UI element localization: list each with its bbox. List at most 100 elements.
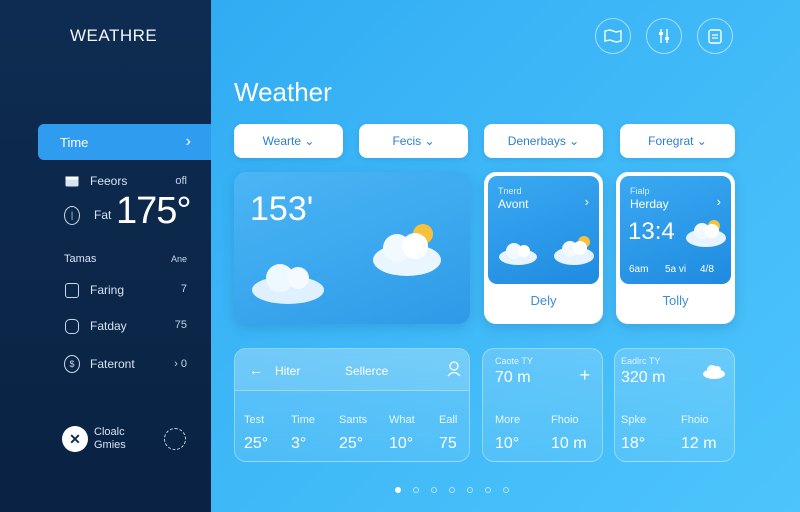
sidebar-footer-line2: Gmies — [94, 439, 126, 451]
table-cell: 3° — [291, 435, 307, 452]
settings-icon[interactable] — [164, 428, 186, 450]
forecast-card-panel: Tnerd Avont › — [488, 176, 599, 284]
table-cell: 25° — [244, 435, 269, 452]
dollar-icon: $ — [64, 355, 80, 373]
chevron-right-icon: › — [185, 133, 191, 150]
forecast-card-time: 13:4 — [628, 218, 675, 245]
table-header: Spke — [621, 414, 647, 426]
pagination-dot[interactable] — [485, 487, 491, 493]
sidebar-item-label: Fatday — [90, 319, 127, 333]
pagination-dot[interactable] — [503, 487, 509, 493]
sidebar-item-label: Fateront — [90, 357, 135, 371]
sidebar-item-value: 7 — [180, 283, 187, 295]
current-weather-card[interactable]: 153' — [234, 172, 470, 324]
app-brand: WEATHRE — [70, 26, 158, 45]
sidebar-item-label: Time — [60, 134, 89, 150]
user-icon[interactable] — [447, 361, 461, 377]
sidebar-section-label: Tamas — [64, 253, 97, 265]
sidebar-footer-line1: Cloalc — [94, 426, 125, 438]
sidebar-item-label: Fat — [94, 208, 112, 222]
tab-hiter[interactable]: Hiter — [275, 364, 300, 378]
pagination-dot[interactable] — [467, 487, 473, 493]
table-header: More — [495, 414, 521, 426]
table-header: Sants — [339, 414, 368, 426]
sidebar-item-value: › 0 — [174, 358, 187, 370]
distance-card-value: 70 m — [495, 369, 531, 386]
pagination-dot[interactable] — [431, 487, 437, 493]
table-header: Fhoio — [681, 414, 709, 426]
forecast-card-footer: Dely — [530, 293, 557, 308]
sidebar-item-time[interactable]: Time › — [38, 124, 211, 160]
forecast-stat: 5a vi — [665, 264, 687, 275]
sidebar-item-feeors[interactable]: Feeors — [64, 173, 127, 189]
elevation-card[interactable]: Eadlrc TY 320 m Spke Fhoio 18° 12 m — [614, 348, 735, 462]
table-cell: 10° — [495, 435, 520, 452]
sidebar-section-value: Ane — [170, 254, 187, 264]
current-temperature: 153' — [250, 190, 314, 228]
forecast-stat: 6am — [629, 264, 649, 275]
table-header: Eall — [439, 414, 458, 426]
pagination-dot[interactable] — [449, 487, 455, 493]
table-cell: 10 m — [551, 435, 587, 452]
table-cell: 75 — [439, 435, 457, 452]
sidebar-item-value: ofl — [175, 175, 187, 187]
cloud-icon — [252, 264, 324, 304]
sidebar-item-value: 75 — [174, 319, 187, 331]
forecast-card-dely[interactable]: Tnerd Avont › Dely — [484, 172, 603, 324]
forecast-card-title: Avont — [498, 197, 529, 211]
pagination-dot[interactable] — [395, 487, 401, 493]
elevation-card-caption: Eadlrc TY — [621, 356, 661, 366]
filter-foregrat[interactable]: Foregrat ⌄ — [620, 124, 735, 158]
table-cell: 18° — [621, 435, 646, 452]
table-cell: 12 m — [681, 435, 717, 452]
table-cell: 25° — [339, 435, 364, 452]
pagination-dot[interactable] — [413, 487, 419, 493]
table-header: Fhoio — [551, 414, 579, 426]
table-header: Time — [291, 414, 316, 426]
forecast-card-panel: Fialp Herday › 13:4 6am 5a vi 4/8 — [620, 176, 731, 284]
forecast-card-footer: Tolly — [662, 293, 689, 308]
add-icon[interactable]: + — [579, 365, 590, 386]
table-header: What — [389, 414, 415, 426]
forecast-stat: 4/8 — [700, 264, 714, 275]
sidebar-item-faring[interactable]: Faring — [64, 282, 124, 298]
table-cell: 10° — [389, 435, 414, 452]
document-icon — [64, 282, 80, 298]
clipboard-icon[interactable] — [697, 18, 733, 54]
sidebar-item-label: Faring — [90, 283, 125, 297]
partly-cloudy-icon — [373, 224, 441, 276]
filter-wearte[interactable]: Wearte ⌄ — [234, 124, 343, 158]
forecast-card-caption: Fialp — [630, 186, 650, 196]
map-icon[interactable] — [595, 18, 631, 54]
partly-cloudy-icon — [686, 220, 726, 247]
table-header: Test — [244, 414, 265, 426]
forecast-card-tolly[interactable]: Fialp Herday › 13:4 6am 5a vi 4/8 Tolly — [616, 172, 735, 324]
back-arrow-icon[interactable]: ← — [249, 362, 263, 378]
tab-sellerce[interactable]: Sellerce — [345, 364, 388, 378]
sidebar-item-fat[interactable]: | Fat — [64, 205, 112, 225]
calendar-icon — [64, 173, 80, 189]
page-title: Weather — [234, 77, 332, 107]
sidebar: WEATHRE Time › Feeors ofl | Fat 175° Tam… — [0, 0, 211, 512]
conditions-table-card: ← Hiter Sellerce Test Time Sants What Ea… — [234, 348, 470, 462]
filter-fecis[interactable]: Fecis ⌄ — [359, 124, 468, 158]
distance-card[interactable]: Caote TY 70 m + More Fhoio 10° 10 m — [482, 348, 603, 462]
chevron-right-icon[interactable]: › — [717, 194, 721, 209]
camera-icon — [64, 318, 80, 334]
cloud-icon — [499, 243, 537, 265]
sidebar-section-tamas: Tamas — [64, 253, 96, 265]
sidebar-footer: Cloalc Gmies — [94, 426, 126, 452]
cloud-icon — [703, 365, 725, 379]
controls-icon[interactable] — [646, 18, 682, 54]
chevron-right-icon[interactable]: › — [585, 194, 589, 209]
filter-denerbays[interactable]: Denerbays ⌄ — [484, 124, 603, 158]
forecast-card-caption: Tnerd — [498, 186, 522, 196]
sidebar-big-temperature: 175° — [116, 190, 192, 232]
user-avatar[interactable]: ✕ — [62, 426, 88, 452]
partly-cloudy-icon — [554, 236, 594, 265]
sidebar-item-fatday[interactable]: Fatday — [64, 318, 127, 334]
distance-card-caption: Caote TY — [495, 356, 533, 366]
sidebar-item-fateront[interactable]: $ Fateront — [64, 355, 135, 373]
sidebar-item-label: Feeors — [90, 174, 128, 188]
elevation-card-value: 320 m — [621, 369, 666, 386]
